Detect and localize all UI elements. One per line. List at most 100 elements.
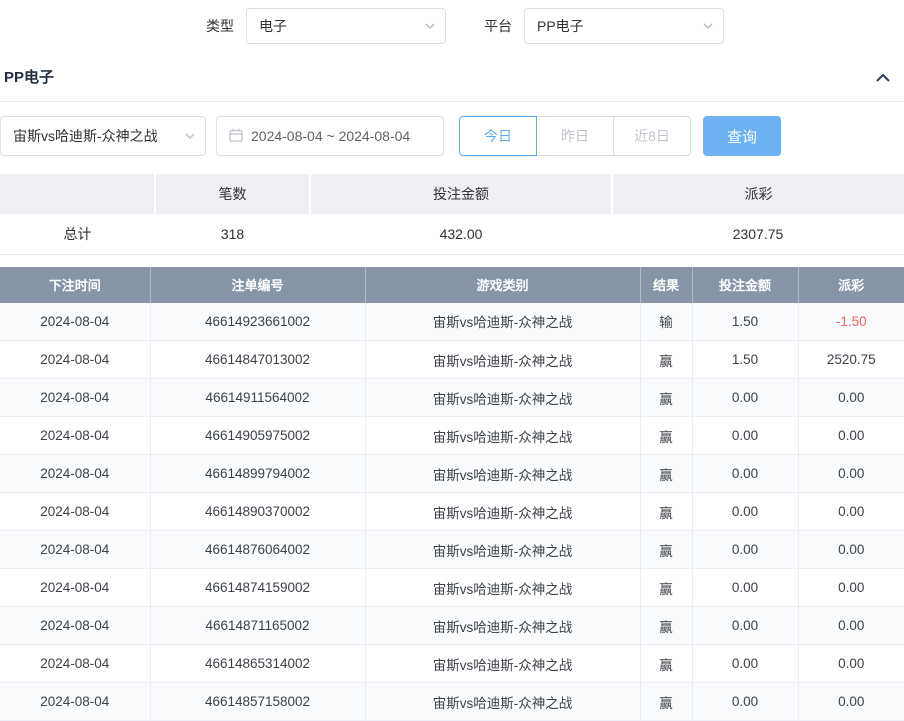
cell-game-category: 宙斯vs哈迪斯-众神之战 [365, 417, 640, 455]
summary-header-row: 笔数 投注金额 派彩 [0, 174, 904, 214]
cell-game-category: 宙斯vs哈迪斯-众神之战 [365, 493, 640, 531]
today-button[interactable]: 今日 [459, 116, 537, 156]
cell-payout: 2520.75 [798, 341, 904, 379]
table-row: 2024-08-04 46614923661002 宙斯vs哈迪斯-众神之战 输… [0, 303, 904, 341]
cell-result: 赢 [640, 379, 692, 417]
cell-result: 赢 [640, 683, 692, 721]
col-header-game-category: 游戏类别 [365, 267, 640, 303]
bet-records-section: 下注时间 注单编号 游戏类别 结果 投注金额 派彩 2024-08-04 466… [0, 267, 904, 721]
cell-bet-time: 2024-08-04 [0, 531, 150, 569]
summary-payout-value: 2307.75 [612, 214, 904, 254]
yesterday-button[interactable]: 昨日 [536, 116, 614, 156]
cell-result: 赢 [640, 531, 692, 569]
col-header-result: 结果 [640, 267, 692, 303]
cell-result: 赢 [640, 455, 692, 493]
cell-game-category: 宙斯vs哈迪斯-众神之战 [365, 531, 640, 569]
cell-bet-amount: 0.00 [692, 645, 798, 683]
cell-game-category: 宙斯vs哈迪斯-众神之战 [365, 341, 640, 379]
summary-header-count: 笔数 [155, 174, 310, 214]
cell-payout: -1.50 [798, 303, 904, 341]
platform-label: 平台 [484, 16, 512, 36]
cell-bet-amount: 0.00 [692, 683, 798, 721]
summary-total-row: 总计 318 432.00 2307.75 [0, 214, 904, 254]
section-title: PP电子 [4, 66, 54, 87]
summary-count-value: 318 [155, 214, 310, 254]
table-row: 2024-08-04 46614874159002 宙斯vs哈迪斯-众神之战 赢… [0, 569, 904, 607]
table-row: 2024-08-04 46614911564002 宙斯vs哈迪斯-众神之战 赢… [0, 379, 904, 417]
summary-table: 笔数 投注金额 派彩 总计 318 432.00 2307.75 [0, 174, 904, 255]
cell-payout: 0.00 [798, 493, 904, 531]
quick-date-button-group: 今日 昨日 近8日 [459, 116, 691, 156]
cell-order-no: 46614876064002 [150, 531, 365, 569]
table-row: 2024-08-04 46614876064002 宙斯vs哈迪斯-众神之战 赢… [0, 531, 904, 569]
platform-select[interactable]: PP电子 [524, 8, 724, 44]
cell-payout: 0.00 [798, 417, 904, 455]
section-header: PP电子 [0, 56, 904, 102]
summary-bet-amount-value: 432.00 [310, 214, 612, 254]
chevron-down-icon [185, 133, 195, 139]
table-row: 2024-08-04 46614847013002 宙斯vs哈迪斯-众神之战 赢… [0, 341, 904, 379]
cell-order-no: 46614890370002 [150, 493, 365, 531]
query-button[interactable]: 查询 [703, 116, 781, 156]
cell-payout: 0.00 [798, 645, 904, 683]
cell-order-no: 46614905975002 [150, 417, 365, 455]
chevron-down-icon [703, 23, 713, 29]
collapse-section-button[interactable] [876, 69, 890, 85]
calendar-icon [229, 128, 243, 145]
cell-bet-time: 2024-08-04 [0, 379, 150, 417]
cell-payout: 0.00 [798, 683, 904, 721]
table-row: 2024-08-04 46614890370002 宙斯vs哈迪斯-众神之战 赢… [0, 493, 904, 531]
cell-payout: 0.00 [798, 607, 904, 645]
table-row: 2024-08-04 46614857158002 宙斯vs哈迪斯-众神之战 赢… [0, 683, 904, 721]
cell-bet-amount: 0.00 [692, 607, 798, 645]
table-row: 2024-08-04 46614871165002 宙斯vs哈迪斯-众神之战 赢… [0, 607, 904, 645]
toolbar: 宙斯vs哈迪斯-众神之战 2024-08-04 ~ 2024-08-04 今日 … [0, 102, 904, 174]
cell-order-no: 46614923661002 [150, 303, 365, 341]
col-header-bet-amount: 投注金额 [692, 267, 798, 303]
cell-order-no: 46614857158002 [150, 683, 365, 721]
table-row: 2024-08-04 46614905975002 宙斯vs哈迪斯-众神之战 赢… [0, 417, 904, 455]
table-body: 2024-08-04 46614923661002 宙斯vs哈迪斯-众神之战 输… [0, 303, 904, 721]
last8days-button[interactable]: 近8日 [613, 116, 691, 156]
cell-bet-time: 2024-08-04 [0, 341, 150, 379]
col-header-order-no: 注单编号 [150, 267, 365, 303]
cell-payout: 0.00 [798, 455, 904, 493]
type-select[interactable]: 电子 [246, 8, 446, 44]
date-range-input[interactable]: 2024-08-04 ~ 2024-08-04 [216, 116, 444, 156]
cell-bet-time: 2024-08-04 [0, 303, 150, 341]
cell-result: 赢 [640, 341, 692, 379]
cell-result: 赢 [640, 645, 692, 683]
cell-bet-time: 2024-08-04 [0, 493, 150, 531]
summary-header-bet-amount: 投注金额 [310, 174, 612, 214]
cell-game-category: 宙斯vs哈迪斯-众神之战 [365, 569, 640, 607]
cell-game-category: 宙斯vs哈迪斯-众神之战 [365, 303, 640, 341]
cell-result: 赢 [640, 569, 692, 607]
cell-game-category: 宙斯vs哈迪斯-众神之战 [365, 379, 640, 417]
cell-payout: 0.00 [798, 379, 904, 417]
cell-payout: 0.00 [798, 569, 904, 607]
game-select-value: 宙斯vs哈迪斯-众神之战 [13, 126, 158, 146]
cell-game-category: 宙斯vs哈迪斯-众神之战 [365, 607, 640, 645]
cell-game-category: 宙斯vs哈迪斯-众神之战 [365, 683, 640, 721]
cell-order-no: 46614871165002 [150, 607, 365, 645]
cell-bet-amount: 0.00 [692, 417, 798, 455]
cell-game-category: 宙斯vs哈迪斯-众神之战 [365, 645, 640, 683]
chevron-up-icon [876, 69, 890, 85]
cell-bet-amount: 0.00 [692, 379, 798, 417]
cell-bet-amount: 0.00 [692, 493, 798, 531]
cell-result: 赢 [640, 417, 692, 455]
cell-game-category: 宙斯vs哈迪斯-众神之战 [365, 455, 640, 493]
game-select[interactable]: 宙斯vs哈迪斯-众神之战 [0, 116, 206, 156]
summary-header-payout: 派彩 [612, 174, 904, 214]
cell-bet-time: 2024-08-04 [0, 607, 150, 645]
cell-result: 赢 [640, 493, 692, 531]
col-header-payout: 派彩 [798, 267, 904, 303]
top-filter-bar: 类型 电子 平台 PP电子 [0, 0, 904, 56]
table-row: 2024-08-04 46614865314002 宙斯vs哈迪斯-众神之战 赢… [0, 645, 904, 683]
summary-total-label: 总计 [0, 214, 155, 254]
cell-bet-amount: 1.50 [692, 303, 798, 341]
cell-bet-amount: 0.00 [692, 531, 798, 569]
type-select-value: 电子 [259, 16, 287, 36]
cell-payout: 0.00 [798, 531, 904, 569]
cell-bet-time: 2024-08-04 [0, 569, 150, 607]
